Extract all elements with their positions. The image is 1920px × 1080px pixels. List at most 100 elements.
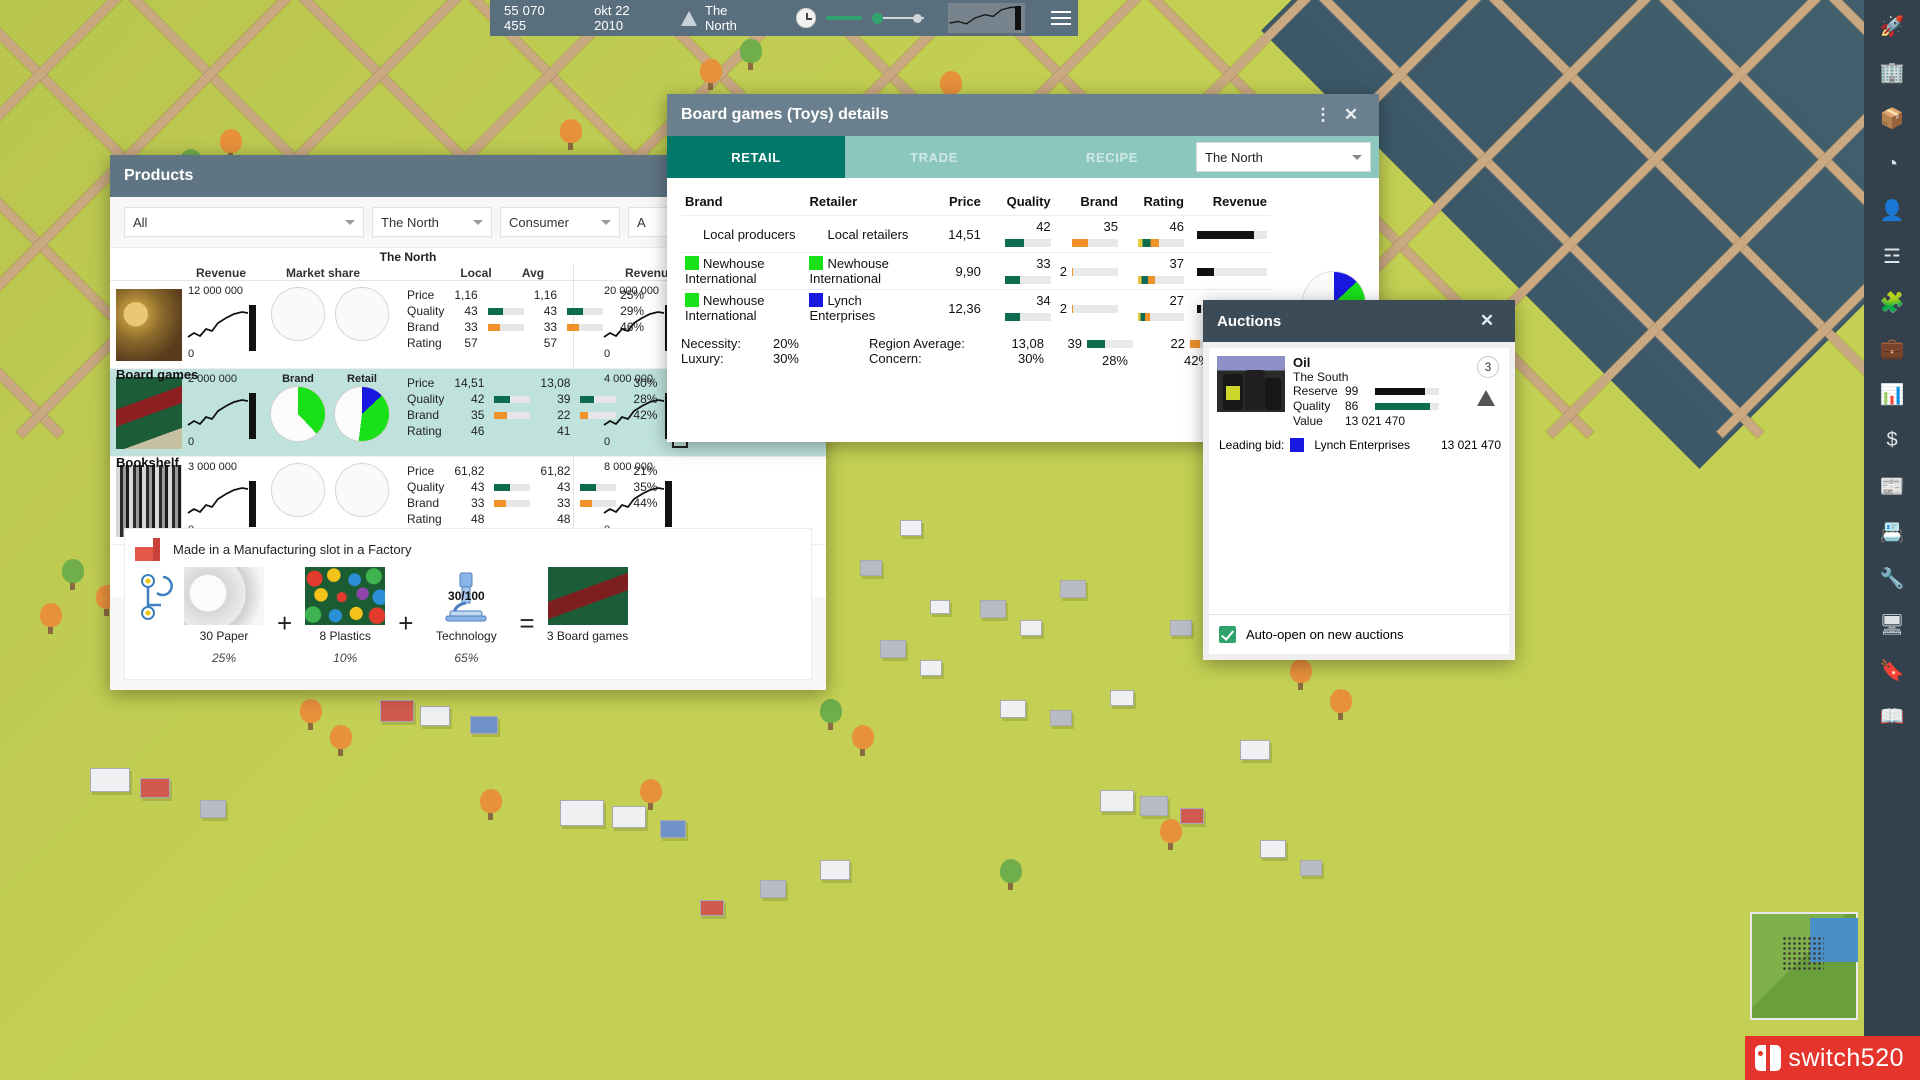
map-building[interactable] [860,560,882,576]
tab-retail[interactable]: RETAIL [667,136,845,178]
wrench-icon[interactable]: 🔧 [1870,556,1914,600]
map-building[interactable] [560,800,604,826]
map-building[interactable] [980,600,1006,618]
map-building[interactable] [1060,580,1086,598]
leading-bid-label: Leading bid: [1219,438,1285,452]
close-icon[interactable]: ✕ [1473,307,1501,335]
rocket-icon[interactable]: 🚀 [1870,4,1914,48]
speed-slider-end-knob[interactable] [912,14,922,23]
news-icon[interactable]: 📰 [1870,464,1914,508]
stat-avg-value: 43 [543,304,558,318]
map-building[interactable] [90,768,130,792]
map-building[interactable] [880,640,906,658]
retail-table-row[interactable]: Newhouse International Lynch Enterprises… [681,289,1271,326]
map-building[interactable] [612,806,646,828]
retail-table[interactable]: Brand Retailer Price Quality Brand Rating Reve… [681,192,1271,326]
stat-local-bar-cell [483,303,529,319]
chart-pie-icon[interactable]: ◔ [1870,142,1914,186]
contacts-icon[interactable]: 📇 [1870,510,1914,554]
map-building[interactable] [380,700,414,722]
map-building[interactable] [1020,620,1042,636]
map-building[interactable] [760,880,786,898]
stat-local-bar-cell [489,511,535,527]
chevron-down-icon [345,219,355,225]
map-building[interactable] [200,800,226,818]
map-building[interactable] [660,820,686,838]
map-building[interactable] [1050,710,1072,726]
revenue-sparkline-right: 20 000 000 0 [602,281,672,368]
speed-slider-knob[interactable] [871,13,883,24]
spark-bottom-value: 0 [604,436,611,448]
book-icon[interactable]: 📖 [1870,694,1914,738]
tab-trade[interactable]: TRADE [845,136,1023,178]
map-building[interactable] [1000,700,1026,718]
stat-local-value: 33 [464,320,478,334]
stat-local-bar-cell [489,407,535,423]
bookshelf-thumb [116,465,182,537]
desktop-icon[interactable]: 🖥 [1870,602,1914,646]
retail-col-price-2: Price [949,194,981,209]
map-building[interactable] [1140,796,1168,816]
city-icon[interactable]: 🏢 [1870,50,1914,94]
map-building[interactable] [1100,790,1134,812]
bid-up-arrow-icon[interactable] [1477,390,1495,406]
right-toolbar[interactable]: 🚀 🏢 📦 ◔ 👤 ☲ 🧩 💼 📊 $ 📰 📇 🔧 🖥 🔖 📖 [1864,0,1920,1080]
spark-line [603,311,665,338]
map-building[interactable] [1300,860,1322,876]
map-building[interactable] [1110,690,1134,706]
auctions-window-titlebar: Auctions ✕ [1203,300,1515,342]
bookmark-icon[interactable]: 🔖 [1870,648,1914,692]
auctions-window-title: Auctions [1217,312,1282,330]
close-icon[interactable]: ✕ [1337,101,1365,129]
minimap[interactable] [1750,912,1858,1020]
bar-chart-icon[interactable]: 📊 [1870,372,1914,416]
category-filter-dropdown[interactable]: All [124,207,364,237]
spark-bottom-value: 0 [188,436,195,448]
region-filter-dropdown[interactable]: The North [372,207,492,237]
puzzle-icon[interactable]: 🧩 [1870,280,1914,324]
map-building[interactable] [820,860,850,880]
person-icon[interactable]: 👤 [1870,188,1914,232]
stock-graph-widget[interactable] [947,3,1025,33]
game-date: okt 22 2010 [594,3,630,33]
cell-price: 12,36 [933,289,985,326]
stat-label: Quality [407,392,445,406]
recipe-output: 3 Board games [545,567,631,643]
watermark-text: switch520 [1788,1043,1904,1072]
map-building[interactable] [1170,620,1192,636]
map-building[interactable] [420,706,450,726]
speed-slider[interactable] [871,11,924,25]
market-filter-dropdown[interactable]: Consumer [500,207,620,237]
hamburger-menu-icon[interactable] [1045,0,1078,36]
auctions-list[interactable]: Oil The South Reserve 99 Quality 86 Valu… [1209,348,1509,626]
map-building[interactable] [900,520,922,536]
auction-item[interactable]: Oil The South Reserve 99 Quality 86 Valu… [1209,348,1509,436]
retail-table-row[interactable]: Local producers Local retailers 14,51 42… [681,215,1271,253]
stat-label: Brand [407,408,440,422]
briefcase-icon[interactable]: 💼 [1870,326,1914,370]
retail-table-body[interactable]: Local producers Local retailers 14,51 42… [681,215,1271,326]
auctions-footer[interactable]: Auto-open on new auctions [1209,614,1509,654]
map-building[interactable] [700,900,724,916]
box-icon[interactable]: 📦 [1870,96,1914,140]
kebab-menu-icon[interactable]: ⋮ [1309,101,1337,129]
auto-open-checkbox[interactable] [1219,626,1236,643]
tab-recipe[interactable]: RECIPE [1023,136,1201,178]
map-building[interactable] [920,660,942,676]
retail-table-row[interactable]: Newhouse International Newhouse Internat… [681,252,1271,290]
dollar-icon[interactable]: $ [1870,418,1914,462]
stat-local-value: 43 [471,480,485,494]
map-building[interactable] [1260,840,1286,858]
board-game-thumb [116,377,182,449]
auctions-window[interactable]: Auctions ✕ Oil The South Reserve 99 Qual… [1203,300,1515,660]
map-building[interactable] [930,600,950,614]
map-building[interactable] [470,716,498,734]
details-region-dropdown[interactable]: The North [1196,142,1371,172]
map-building[interactable] [140,778,170,798]
current-region[interactable]: The North [681,3,749,33]
clock-icon[interactable] [795,8,816,28]
layers-icon[interactable]: ☲ [1870,234,1914,278]
map-building[interactable] [1180,808,1204,824]
map-building[interactable] [1240,740,1270,760]
game-speed-controls[interactable] [795,8,924,28]
